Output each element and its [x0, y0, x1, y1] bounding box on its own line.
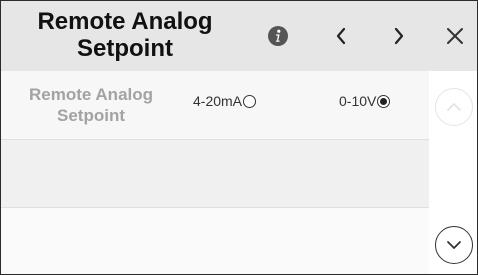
- header-bar: Remote Analog Setpoint: [1, 1, 477, 71]
- radio-selected-icon[interactable]: [377, 94, 391, 108]
- next-button[interactable]: [379, 16, 419, 56]
- chevron-right-icon: [394, 27, 404, 45]
- radio-option-0-10v[interactable]: 0-10V: [339, 93, 391, 109]
- scroll-up-button[interactable]: [435, 88, 473, 126]
- scroll-down-button[interactable]: [435, 226, 473, 264]
- settings-list: Remote Analog Setpoint 4-20mA 0-10V: [1, 71, 429, 274]
- page-title-line2: Setpoint: [77, 35, 173, 62]
- info-icon: [268, 26, 288, 46]
- chevron-up-icon: [447, 103, 461, 111]
- close-button[interactable]: [435, 16, 475, 56]
- empty-row: [1, 139, 429, 208]
- radio-option-4-20ma[interactable]: 4-20mA: [193, 93, 257, 109]
- setting-row-remote-analog-setpoint: Remote Analog Setpoint 4-20mA 0-10V: [1, 71, 429, 139]
- empty-row: [1, 207, 429, 274]
- info-button[interactable]: [258, 16, 298, 56]
- chevron-left-icon: [336, 27, 346, 45]
- page-title-line1: Remote Analog: [37, 8, 213, 35]
- radio-unselected-icon[interactable]: [243, 94, 257, 108]
- page-title: Remote Analog Setpoint: [11, 8, 239, 62]
- settings-panel: Remote Analog Setpoint Remote Analog Set…: [0, 0, 478, 275]
- setting-label: Remote Analog Setpoint: [11, 84, 171, 126]
- close-icon: [447, 28, 463, 44]
- radio-label-4-20ma: 4-20mA: [193, 93, 243, 109]
- setting-label-line2: Setpoint: [57, 106, 125, 125]
- chevron-down-icon: [447, 241, 461, 249]
- scroll-controls: [429, 71, 477, 274]
- radio-label-0-10v: 0-10V: [339, 93, 377, 109]
- previous-button[interactable]: [321, 16, 361, 56]
- setting-label-line1: Remote Analog: [28, 85, 154, 104]
